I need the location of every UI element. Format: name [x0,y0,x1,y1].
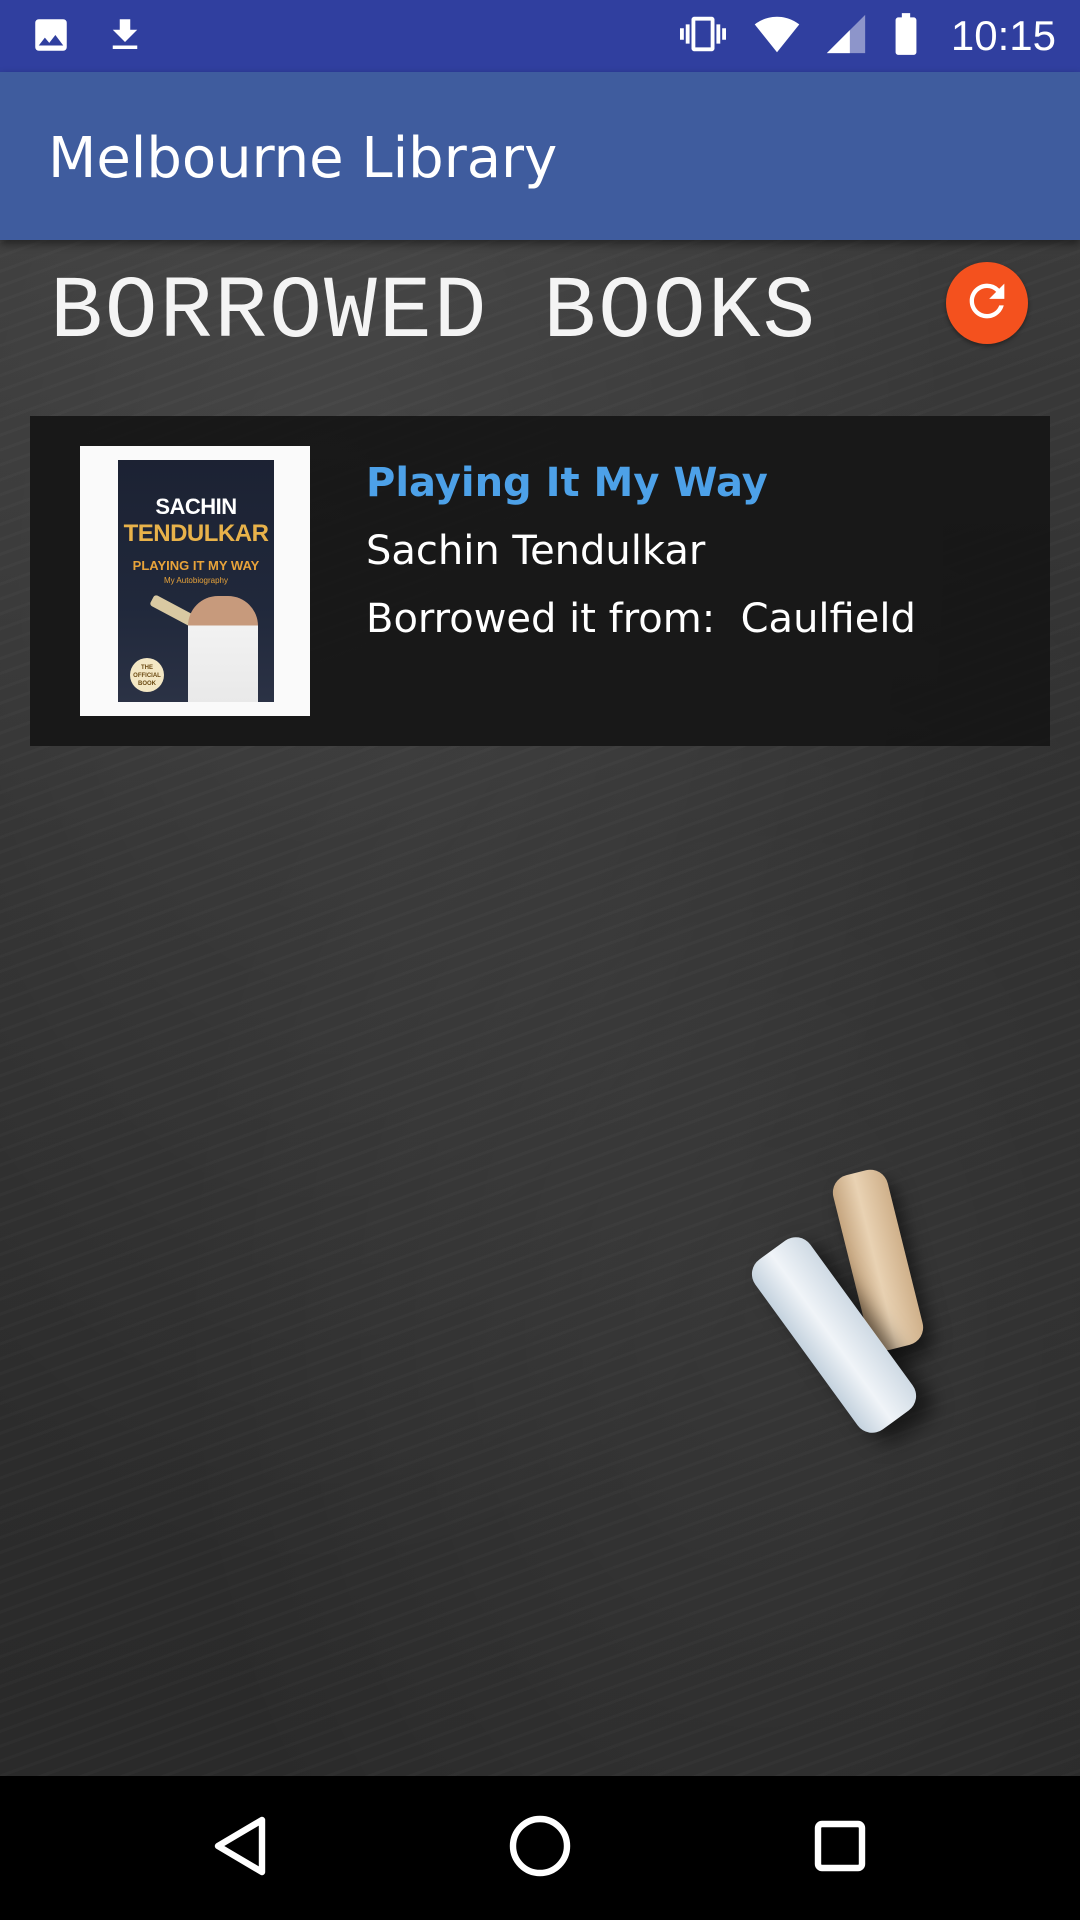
refresh-icon [961,275,1013,332]
book-cover-image: SACHIN TENDULKAR PLAYING IT MY WAY My Au… [80,446,310,716]
back-icon [210,1814,270,1883]
recents-button[interactable] [804,1812,876,1884]
cover-title: PLAYING IT MY WAY [132,558,260,573]
vibrate-icon [675,11,731,62]
app-bar: Melbourne Library [0,72,1080,240]
cover-author-last: TENDULKAR [123,520,269,547]
cover-subtitle: My Autobiography [163,576,229,585]
home-icon [508,1814,572,1883]
app-title: Melbourne Library [48,126,558,191]
section-title: BORROWED BOOKS [50,264,818,363]
recents-icon [812,1818,868,1879]
navigation-bar [0,1776,1080,1920]
book-borrowed-location: Borrowed it from: Caulfield [366,596,916,642]
home-button[interactable] [504,1812,576,1884]
cover-artwork: SACHIN TENDULKAR PLAYING IT MY WAY My Au… [118,460,274,702]
cover-author-first: SACHIN [155,494,237,519]
back-button[interactable] [204,1812,276,1884]
image-icon [30,14,72,61]
book-list-item[interactable]: SACHIN TENDULKAR PLAYING IT MY WAY My Au… [30,416,1050,746]
download-icon [104,12,146,63]
signal-icon [823,11,869,62]
book-title[interactable]: Playing It My Way [366,460,768,506]
status-bar: 10:15 [0,0,1080,72]
status-time: 10:15 [950,12,1056,59]
battery-icon [889,9,923,64]
wifi-icon [751,11,803,62]
refresh-button[interactable] [946,262,1028,344]
main-content[interactable]: BORROWED BOOKS SACHIN TENDULKAR PLAYING … [0,240,1080,1776]
cover-player-figure [188,596,258,702]
cover-seal: THE OFFICIAL BOOK [130,658,164,692]
book-author: Sachin Tendulkar [366,528,706,574]
